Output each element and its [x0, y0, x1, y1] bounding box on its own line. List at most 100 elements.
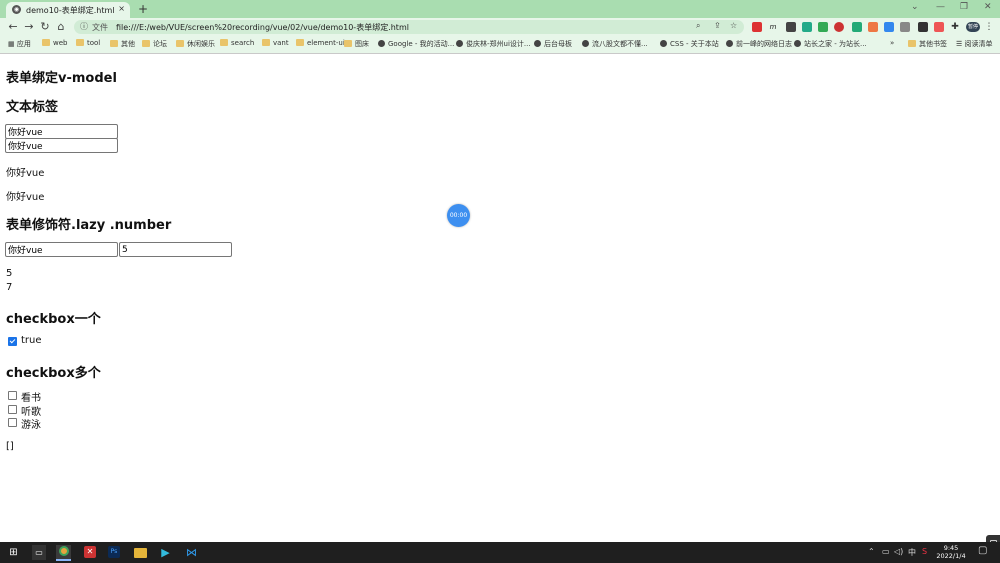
terminal-icon[interactable]: ▭	[32, 545, 46, 560]
extension-black-icon[interactable]	[918, 22, 928, 32]
checkbox-reading[interactable]	[8, 391, 17, 400]
tab-demo10[interactable]: ◉ demo10-表单绑定.html ×	[6, 2, 130, 18]
volume-icon[interactable]: ◁)	[894, 547, 903, 556]
bookmark-folder[interactable]: tool	[76, 39, 100, 47]
folder-icon	[908, 40, 916, 47]
new-tab-button[interactable]: +	[136, 2, 150, 16]
bookmark-folder[interactable]: 图床	[344, 39, 369, 49]
notification-icon[interactable]: ▢	[978, 545, 987, 556]
extension-m-icon[interactable]: m	[768, 22, 778, 32]
network-icon[interactable]: ▭	[882, 547, 890, 556]
extension-gray-icon[interactable]	[900, 22, 910, 32]
bookmarks-overflow-button[interactable]: »	[890, 39, 894, 47]
bookmark-folder[interactable]: web	[42, 39, 67, 47]
checkbox-swimming-label: 游泳	[21, 420, 41, 431]
xmind-icon[interactable]: ✕	[84, 546, 96, 558]
tray-chevron-icon[interactable]: ⌃	[868, 547, 875, 556]
windows-start-icon[interactable]: ⊞	[6, 545, 21, 560]
section-heading-text: 文本标签	[6, 100, 59, 115]
bookmark-link[interactable]: Google - 我的活动...	[378, 39, 454, 49]
bookmark-folder[interactable]: search	[220, 39, 254, 47]
modifier-output-2: 7	[6, 282, 13, 293]
page-title: 表单绑定v-model	[6, 71, 117, 86]
bookmark-folder[interactable]: 休闲娱乐	[176, 39, 215, 49]
bookmark-other-folder[interactable]: 其他书签	[908, 39, 947, 49]
minimize-button[interactable]: —	[936, 2, 945, 12]
address-url[interactable]: file:///E:/web/VUE/screen%20recording/vu…	[116, 22, 409, 33]
text-input-1[interactable]	[5, 124, 118, 139]
close-window-button[interactable]: ✕	[984, 2, 992, 12]
extension-circle-icon[interactable]	[834, 22, 844, 32]
extensions-puzzle-icon[interactable]: ✚	[950, 22, 960, 32]
clock-date: 2022/1/4	[936, 552, 966, 560]
bookmark-link[interactable]: 前一峰的网络日志	[726, 39, 792, 49]
bookmark-folder[interactable]: 论坛	[142, 39, 167, 49]
checkbox-music[interactable]	[8, 405, 17, 414]
bookmark-folder[interactable]: element-ui	[296, 39, 345, 47]
extension-teal-icon[interactable]	[852, 22, 862, 32]
profile-avatar[interactable]: 暂停	[966, 22, 980, 32]
forward-arrow-icon[interactable]: →	[22, 20, 36, 34]
extension-dark-icon[interactable]	[786, 22, 796, 32]
number-input[interactable]	[119, 242, 232, 257]
share-icon[interactable]: ⇪	[714, 21, 721, 30]
navigation-bar: ← → ↻ ⌂ ⓘ 文件 file:///E:/web/VUE/screen%2…	[0, 18, 1000, 36]
extension-red-icon[interactable]	[752, 22, 762, 32]
ime-indicator[interactable]: 中	[908, 547, 916, 558]
close-tab-icon[interactable]: ×	[118, 4, 125, 13]
section-heading-modifiers: 表单修饰符.lazy .number	[6, 218, 172, 233]
bookmark-link[interactable]: 站长之家 - 为站长...	[794, 39, 867, 49]
folder-icon	[176, 40, 184, 47]
page-content: 表单绑定v-model 文本标签 你好vue 你好vue 表单修饰符.lazy …	[0, 54, 1000, 555]
checkbox-multi-output: []	[6, 441, 14, 452]
lazy-input[interactable]	[5, 242, 118, 257]
bookmark-link[interactable]: 流八股文都不懂...	[582, 39, 648, 49]
folder-icon	[220, 39, 228, 46]
google-icon	[378, 40, 385, 47]
folder-icon	[142, 40, 150, 47]
vscode-icon[interactable]: ⋈	[184, 545, 199, 560]
extension-pink-icon[interactable]	[934, 22, 944, 32]
chrome-taskbar-icon[interactable]	[56, 545, 71, 561]
section-heading-checkbox-single: checkbox一个	[6, 312, 101, 327]
checkbox-swimming[interactable]	[8, 418, 17, 427]
player-icon[interactable]: ▶	[158, 545, 173, 560]
bookmark-link[interactable]: CSS - 关于本站	[660, 39, 719, 49]
reading-list-icon: ☰	[956, 40, 965, 48]
menu-dots-icon[interactable]: ⋮	[984, 22, 994, 32]
address-bar[interactable]: ⓘ 文件 file:///E:/web/VUE/screen%20recordi…	[74, 20, 744, 34]
bookmark-folder[interactable]: vant	[262, 39, 289, 47]
extension-orange-icon[interactable]	[868, 22, 878, 32]
site-icon	[582, 40, 589, 47]
extension-blue-icon[interactable]	[884, 22, 894, 32]
bookmark-link[interactable]: 后台母板	[534, 39, 572, 49]
info-icon[interactable]: ⓘ	[80, 21, 88, 32]
taskbar-clock[interactable]: 9:45 2022/1/4	[936, 544, 966, 560]
bookmark-link[interactable]: 俊庆林-郑州ui设计...	[456, 39, 531, 49]
bookmark-folder[interactable]: 其他	[110, 39, 135, 49]
reading-list-button[interactable]: ☰ 阅读清单	[956, 39, 993, 49]
text-input-2[interactable]	[5, 138, 118, 153]
extension-green-icon[interactable]	[802, 22, 812, 32]
extension-lime-icon[interactable]	[818, 22, 828, 32]
reload-icon[interactable]: ↻	[38, 20, 52, 34]
antivirus-icon[interactable]: S	[922, 547, 927, 556]
photoshop-icon[interactable]: Ps	[108, 546, 120, 558]
bookmark-apps[interactable]: ▦ 应用	[8, 39, 31, 49]
home-icon[interactable]: ⌂	[54, 20, 68, 34]
apps-grid-icon: ▦	[8, 40, 17, 48]
chevron-down-icon[interactable]: ⌄	[911, 2, 919, 12]
site-icon	[456, 40, 463, 47]
back-arrow-icon[interactable]: ←	[6, 20, 20, 34]
zoom-icon[interactable]: ⌕	[696, 21, 700, 31]
site-icon	[660, 40, 667, 47]
bookmark-star-icon[interactable]: ☆	[730, 21, 737, 30]
modifier-output-1: 5	[6, 268, 13, 279]
globe-icon: ◉	[12, 5, 21, 14]
recording-timer[interactable]: 00:00	[447, 204, 470, 227]
text-output-2: 你好vue	[6, 192, 45, 203]
file-explorer-icon[interactable]	[134, 548, 147, 558]
maximize-button[interactable]: ❐	[960, 2, 968, 12]
folder-icon	[110, 40, 118, 47]
single-checkbox[interactable]	[8, 337, 17, 346]
